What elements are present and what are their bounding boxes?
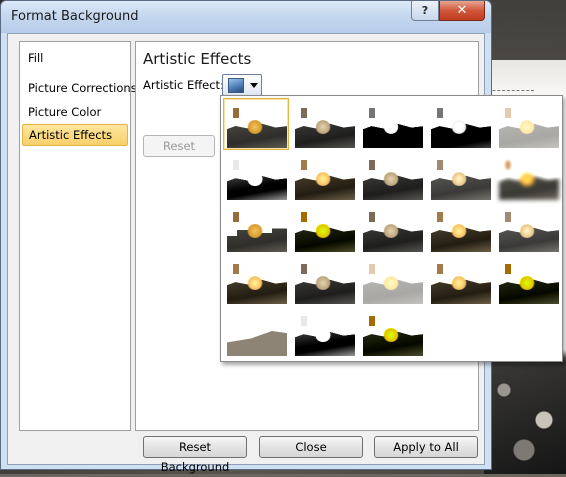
nav-item-fill[interactable]: Fill <box>22 47 128 69</box>
effect-option[interactable] <box>495 202 561 254</box>
effect-preview-image <box>295 258 355 304</box>
slide-photo <box>484 360 566 474</box>
close-icon: ✕ <box>456 3 468 18</box>
effect-option[interactable] <box>359 306 425 358</box>
effect-preview-image <box>227 258 287 304</box>
effect-option[interactable] <box>359 254 425 306</box>
effect-preview-image <box>363 258 423 304</box>
nav-item-picture-corrections[interactable]: Picture Corrections <box>22 77 137 99</box>
close-button[interactable]: Close <box>259 436 363 458</box>
effect-option[interactable] <box>223 150 289 202</box>
reset-button[interactable]: Reset <box>143 135 215 157</box>
artistic-effect-label: Artistic Effect: <box>143 78 224 92</box>
effect-option[interactable] <box>291 254 357 306</box>
effect-preview-image <box>431 102 491 148</box>
effect-option[interactable] <box>495 254 561 306</box>
effect-preview-image <box>363 102 423 148</box>
window-close-button[interactable]: ✕ <box>439 1 485 21</box>
effect-preview-image <box>295 154 355 200</box>
effect-option[interactable] <box>427 202 493 254</box>
effect-preview-image <box>499 102 559 148</box>
effect-preview-image <box>499 206 559 252</box>
effect-option[interactable] <box>291 98 357 150</box>
effect-option[interactable] <box>427 150 493 202</box>
effect-preview-image <box>363 206 423 252</box>
effect-option[interactable] <box>359 202 425 254</box>
effect-preview-image <box>227 102 287 148</box>
apply-to-all-button[interactable]: Apply to All <box>374 436 478 458</box>
effect-preview-image <box>227 206 287 252</box>
effect-preview-image <box>499 154 559 200</box>
chevron-down-icon <box>250 83 258 88</box>
help-button[interactable]: ? <box>411 1 439 21</box>
effect-option[interactable] <box>291 202 357 254</box>
window-title: Format Background <box>11 9 139 24</box>
artistic-effects-gallery <box>220 95 563 362</box>
effect-option[interactable] <box>495 98 561 150</box>
panel-heading: Artistic Effects <box>143 50 252 68</box>
category-list: Fill Picture Corrections Picture Color A… <box>19 41 137 431</box>
help-icon: ? <box>421 4 429 17</box>
effect-preview-image <box>295 102 355 148</box>
reset-background-button[interactable]: Reset Background <box>143 436 247 474</box>
effect-thumbnail-icon <box>228 78 244 93</box>
effect-option[interactable] <box>223 306 289 358</box>
effect-preview-image <box>499 258 559 304</box>
effect-preview-image <box>227 310 287 356</box>
nav-item-picture-color[interactable]: Picture Color <box>22 101 128 123</box>
effect-option[interactable] <box>427 254 493 306</box>
effect-preview-image <box>227 154 287 200</box>
nav-item-artistic-effects[interactable]: Artistic Effects <box>22 124 128 146</box>
effect-option[interactable] <box>291 150 357 202</box>
effect-option[interactable] <box>291 306 357 358</box>
effect-option[interactable] <box>359 150 425 202</box>
effect-preview-image <box>295 206 355 252</box>
effect-preview-image <box>431 154 491 200</box>
effect-preview-image <box>295 310 355 356</box>
effect-option[interactable] <box>427 98 493 150</box>
effect-option[interactable] <box>223 254 289 306</box>
effect-preview-image <box>431 258 491 304</box>
effect-option[interactable] <box>495 150 561 202</box>
title-bar[interactable]: Format Background ? ✕ <box>1 1 491 33</box>
effect-preview-image <box>363 154 423 200</box>
effect-option[interactable] <box>223 98 289 150</box>
effect-preview-image <box>431 206 491 252</box>
artistic-effect-dropdown[interactable] <box>222 74 262 96</box>
effect-preview-image <box>363 310 423 356</box>
effect-option[interactable] <box>223 202 289 254</box>
effect-option[interactable] <box>359 98 425 150</box>
